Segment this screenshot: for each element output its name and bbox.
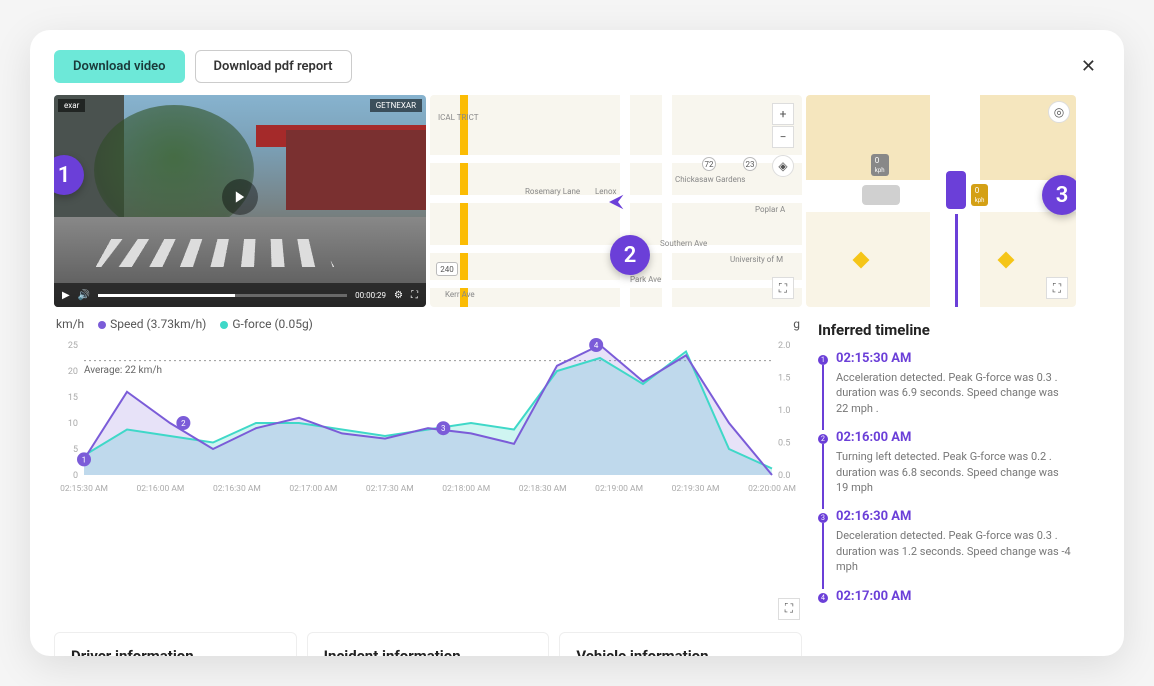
legend-speed: Speed (3.73km/h) bbox=[98, 317, 206, 331]
timeline-desc: Turning left detected. Peak G-force was … bbox=[836, 449, 1072, 495]
video-brand-right: GETNEXAR bbox=[370, 99, 422, 112]
timeline-dot: 2 bbox=[818, 434, 828, 444]
timeline-dot: 1 bbox=[818, 355, 828, 365]
zoom-in-button[interactable]: + bbox=[772, 103, 794, 125]
timeline-time: 02:16:30 AM bbox=[836, 509, 1072, 524]
svg-text:0.5: 0.5 bbox=[778, 439, 791, 449]
legend-gforce: G-force (0.05g) bbox=[220, 317, 313, 331]
layers-icon[interactable]: ◎ bbox=[1048, 101, 1070, 123]
video-brand-left: exar bbox=[58, 99, 85, 112]
average-line-label: Average: 22 km/h bbox=[84, 365, 162, 376]
video-time: 00:00:29 bbox=[355, 291, 386, 300]
download-pdf-button[interactable]: Download pdf report bbox=[195, 50, 352, 83]
play-icon[interactable] bbox=[222, 179, 258, 215]
map-fullscreen-icon[interactable]: ⛶ bbox=[772, 277, 794, 299]
shield-72: 72 bbox=[702, 157, 716, 171]
svg-text:02:19:00 AM: 02:19:00 AM bbox=[595, 484, 643, 494]
svg-text:0: 0 bbox=[73, 471, 78, 481]
svg-text:1.5: 1.5 bbox=[778, 374, 791, 384]
timeline-time: 02:16:00 AM bbox=[836, 430, 1072, 445]
street-map[interactable]: ICAL TRICT Rosemary Lane Lenox Chickasaw… bbox=[430, 95, 802, 307]
svg-text:02:20:00 AM: 02:20:00 AM bbox=[748, 484, 796, 494]
play-small-icon[interactable]: ▶ bbox=[62, 290, 70, 301]
svg-text:02:19:30 AM: 02:19:30 AM bbox=[672, 484, 720, 494]
timeline-dot: 3 bbox=[818, 513, 828, 523]
svg-text:20: 20 bbox=[68, 367, 78, 377]
fullscreen-icon[interactable]: ⛶ bbox=[411, 290, 418, 301]
svg-text:02:15:30 AM: 02:15:30 AM bbox=[60, 484, 108, 494]
telemetry-chart: km/h Speed (3.73km/h) G-force (0.05g) g … bbox=[54, 313, 802, 622]
dashcam-video[interactable]: exar GETNEXAR ▶ 🔊 00:00:29 ⚙ ⛶ 1 bbox=[54, 95, 426, 307]
volume-icon[interactable]: 🔊 bbox=[78, 290, 90, 301]
y-left-unit: km/h bbox=[56, 317, 84, 331]
svg-text:2.0: 2.0 bbox=[778, 341, 791, 351]
timeline-item[interactable]: 4 02:17:00 AM bbox=[818, 589, 1072, 604]
timeline-item[interactable]: 3 02:16:30 AM Deceleration detected. Peak … bbox=[818, 509, 1072, 574]
subject-vehicle-icon bbox=[946, 171, 966, 209]
svg-text:4: 4 bbox=[594, 341, 599, 350]
compass-button[interactable]: ◈ bbox=[772, 155, 794, 177]
svg-text:02:16:00 AM: 02:16:00 AM bbox=[137, 484, 185, 494]
warning-sign-icon bbox=[852, 252, 869, 269]
shield-23: 23 bbox=[743, 157, 757, 171]
download-video-button[interactable]: Download video bbox=[54, 50, 185, 83]
chart-fullscreen-icon[interactable]: ⛶ bbox=[778, 598, 800, 620]
other-vehicle-icon bbox=[862, 185, 900, 205]
timeline-desc: Acceleration detected. Peak G-force was … bbox=[836, 370, 1072, 416]
location-marker-icon bbox=[609, 193, 627, 215]
timeline-time: 02:17:00 AM bbox=[836, 589, 1072, 604]
svg-text:2: 2 bbox=[181, 419, 186, 428]
svg-text:25: 25 bbox=[68, 341, 78, 351]
svg-text:0.0: 0.0 bbox=[778, 471, 791, 481]
recon-fullscreen-icon[interactable]: ⛶ bbox=[1046, 277, 1068, 299]
timeline-time: 02:15:30 AM bbox=[836, 351, 1072, 366]
timeline-item[interactable]: 2 02:16:00 AM Turning left detected. Peak … bbox=[818, 430, 1072, 495]
svg-text:15: 15 bbox=[68, 393, 78, 403]
svg-text:1.0: 1.0 bbox=[778, 406, 791, 416]
inferred-timeline: Inferred timeline 1 02:15:30 AM Accelerati… bbox=[806, 313, 1076, 622]
timeline-dot: 4 bbox=[818, 593, 828, 603]
incident-info-card: Incident information DATE2020/10/04 TIME… bbox=[307, 632, 550, 656]
callout-2: 2 bbox=[610, 235, 650, 275]
chart-canvas[interactable]: 25 20 15 10 5 0 2.0 1.5 1.0 0.5 0.0 02:15:30 AM 02:1… bbox=[54, 335, 802, 495]
callout-3: 3 bbox=[1042, 175, 1076, 215]
reconstruction-view[interactable]: 0kph 0kph ◎ ⛶ 3 bbox=[806, 95, 1076, 307]
vehicle-info-card: Vehicle information CHASSIS NUMBERXY123Z… bbox=[559, 632, 802, 656]
y-right-unit: g bbox=[793, 317, 800, 331]
zoom-out-button[interactable]: − bbox=[772, 126, 794, 148]
svg-text:02:16:30 AM: 02:16:30 AM bbox=[213, 484, 261, 494]
driver-info-card: Driver information POLICY NUMBERA1234567… bbox=[54, 632, 297, 656]
svg-text:02:17:00 AM: 02:17:00 AM bbox=[289, 484, 337, 494]
svg-text:1: 1 bbox=[82, 455, 87, 464]
svg-text:02:18:30 AM: 02:18:30 AM bbox=[519, 484, 567, 494]
shield-240: 240 bbox=[436, 262, 458, 276]
svg-text:3: 3 bbox=[441, 424, 446, 433]
svg-text:02:17:30 AM: 02:17:30 AM bbox=[366, 484, 414, 494]
warning-sign-icon bbox=[998, 252, 1015, 269]
svg-text:10: 10 bbox=[68, 419, 78, 429]
timeline-item[interactable]: 1 02:15:30 AM Acceleration detected. Peak … bbox=[818, 351, 1072, 416]
settings-icon[interactable]: ⚙ bbox=[394, 290, 403, 301]
timeline-desc: Deceleration detected. Peak G-force was … bbox=[836, 528, 1072, 574]
timeline-heading: Inferred timeline bbox=[818, 321, 1072, 339]
close-icon[interactable]: ✕ bbox=[1077, 52, 1100, 81]
video-progress[interactable] bbox=[98, 294, 347, 297]
svg-text:5: 5 bbox=[73, 445, 78, 455]
svg-text:02:18:00 AM: 02:18:00 AM bbox=[442, 484, 490, 494]
